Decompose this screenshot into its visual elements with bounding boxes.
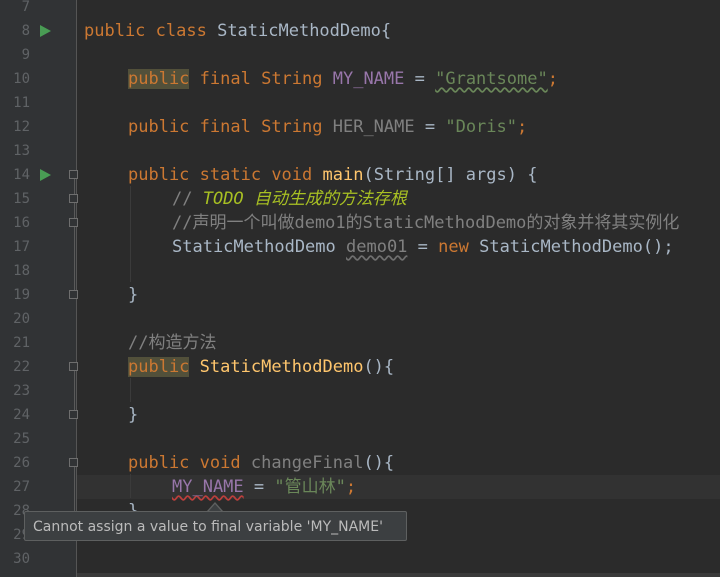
line-number: 11 (13, 95, 30, 111)
fold-marker-icon[interactable] (69, 218, 78, 227)
code-line-10[interactable]: public final String MY_NAME = "Grantsome… (128, 67, 558, 91)
run-gutter-icon[interactable] (40, 25, 51, 37)
field-name: MY_NAME (172, 477, 244, 497)
keyword: public (128, 69, 190, 89)
code-line-19[interactable]: } (128, 283, 138, 307)
code-line-22[interactable]: public StaticMethodDemo(){ (128, 355, 394, 379)
code-line-15[interactable]: // TODO 自动生成的方法存根 (172, 187, 407, 211)
line-number: 10 (13, 71, 30, 87)
code-line-21[interactable]: //构造方法 (128, 331, 216, 355)
line-number: 19 (13, 287, 30, 303)
type: String (261, 69, 333, 89)
code-line-14[interactable]: public static void main(String[] args) { (128, 163, 537, 187)
keyword: void (271, 165, 323, 185)
line-number: 18 (13, 263, 30, 279)
keyword: public (128, 357, 190, 377)
line-number: 21 (13, 335, 30, 351)
keyword: final (189, 117, 262, 137)
keyword: public (128, 453, 190, 473)
indent-guide (130, 474, 131, 498)
field-name: MY_NAME (332, 69, 405, 89)
fold-marker-icon[interactable] (69, 290, 78, 299)
todo-comment: TODO 自动生成的方法存根 (202, 189, 407, 209)
fold-range-line (74, 370, 75, 415)
params: (){ (363, 453, 395, 473)
constructor-call: StaticMethodDemo(); (479, 237, 674, 257)
line-number: 13 (13, 143, 30, 159)
line-number: 14 (13, 167, 30, 183)
line-number: 22 (13, 359, 30, 375)
operator: = (404, 69, 436, 89)
semicolon: ; (547, 69, 558, 89)
method-name: changeFinal (250, 453, 364, 473)
params: (String[] args) { (363, 165, 538, 185)
operator: = (243, 477, 275, 497)
operator: = (414, 117, 446, 137)
class-name: StaticMethodDemo{ (217, 21, 392, 41)
keyword: new (438, 237, 480, 257)
line-number: 27 (13, 479, 30, 495)
keyword: public (128, 165, 190, 185)
line-number: 9 (21, 47, 30, 63)
keyword: public (84, 21, 146, 41)
code-line-17[interactable]: StaticMethodDemo demo01 = new StaticMeth… (172, 235, 674, 259)
method-name: main (322, 165, 364, 185)
line-number: 7 (21, 0, 30, 15)
run-gutter-icon[interactable] (40, 169, 51, 181)
line-number: 23 (13, 383, 30, 399)
indent-guide (130, 378, 131, 402)
error-tooltip: Cannot assign a value to final variable … (24, 511, 407, 541)
code-line-16[interactable]: //声明一个叫做demo1的StaticMethodDemo的对象并将其实例化 (172, 211, 679, 235)
line-number: 8 (21, 23, 30, 39)
code-line-12[interactable]: public final String HER_NAME = "Doris"; (128, 115, 527, 139)
code-line-27[interactable]: MY_NAME = "管山林"; (172, 475, 356, 499)
line-number: 24 (13, 407, 30, 423)
code-line-26[interactable]: public void changeFinal(){ (128, 451, 394, 475)
line-number: 30 (13, 551, 30, 567)
variable-name: demo01 (346, 237, 408, 257)
class-name: StaticMethodDemo (172, 237, 346, 257)
fold-marker-icon[interactable] (69, 170, 78, 179)
line-number: 17 (13, 239, 30, 255)
line-number: 26 (13, 455, 30, 471)
keyword: void (189, 453, 251, 473)
fold-marker-icon[interactable] (69, 458, 78, 467)
line-number: 16 (13, 215, 30, 231)
code-line-24[interactable]: } (128, 403, 138, 427)
comment: // (172, 189, 203, 209)
keyword: public (128, 117, 190, 137)
type: String (261, 117, 333, 137)
string-literal: "Doris" (445, 117, 517, 137)
line-number: 15 (13, 191, 30, 207)
fold-marker-icon[interactable] (69, 362, 78, 371)
constructor-name: StaticMethodDemo (199, 357, 364, 377)
fold-marker-icon[interactable] (69, 194, 78, 203)
line-number: 20 (13, 311, 30, 327)
field-name: HER_NAME (332, 117, 415, 137)
horizontal-scrollbar[interactable] (77, 573, 720, 577)
keyword: final (189, 69, 262, 89)
indent-guide (130, 186, 131, 282)
code-line-8[interactable]: public class StaticMethodDemo{ (84, 19, 391, 43)
params: (){ (363, 357, 395, 377)
string-literal: "Grantsome" (435, 69, 548, 89)
line-number: 12 (13, 119, 30, 135)
fold-marker-icon[interactable] (69, 410, 78, 419)
semicolon: ; (345, 477, 357, 497)
operator: = (407, 237, 439, 257)
semicolon: ; (517, 117, 528, 137)
line-number: 25 (13, 431, 30, 447)
string-literal: "管山林" (274, 477, 346, 497)
fold-range-line (74, 466, 75, 511)
keyword: static (189, 165, 272, 185)
keyword: class (145, 21, 218, 41)
